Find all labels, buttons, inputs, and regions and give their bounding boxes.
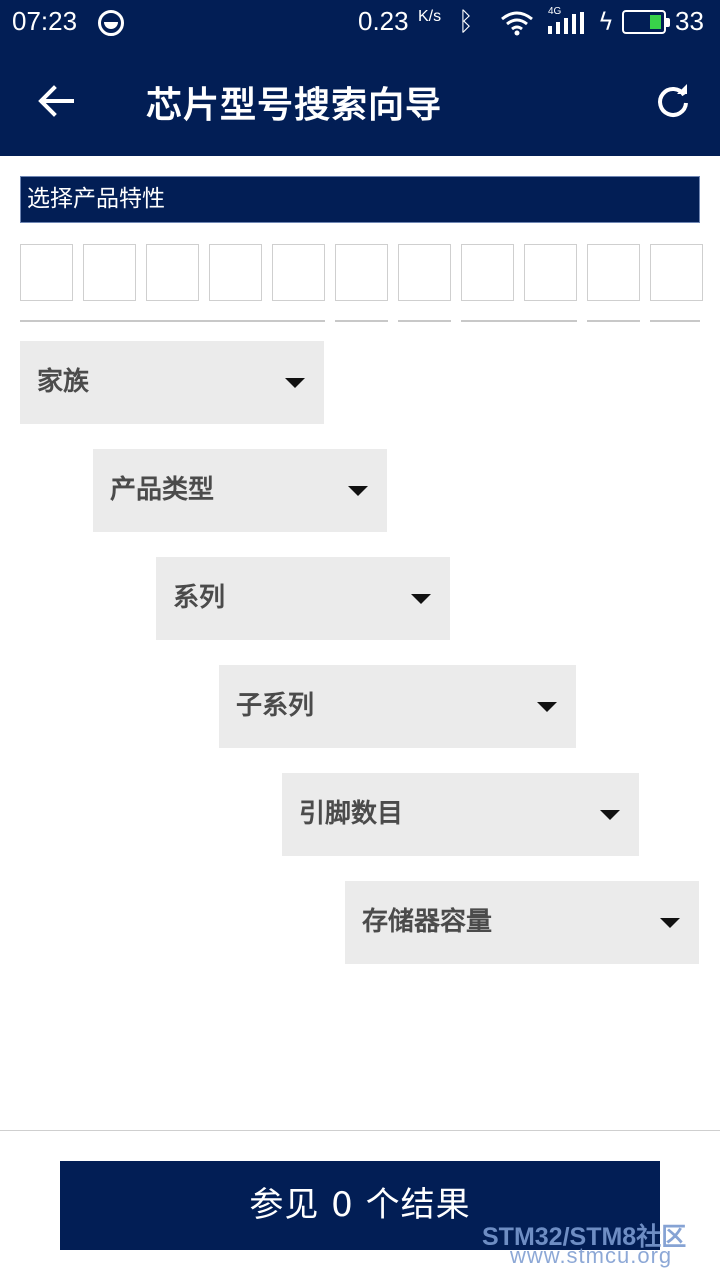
chevron-down-icon (285, 378, 305, 388)
part-group-line-2 (335, 320, 388, 322)
bottom-divider (0, 1130, 720, 1131)
charging-icon: ϟ (598, 8, 614, 36)
part-char-box-6[interactable] (335, 244, 388, 301)
app-bar: 芯片型号搜索向导 (0, 46, 720, 156)
part-char-box-5[interactable] (272, 244, 325, 301)
part-char-box-3[interactable] (146, 244, 199, 301)
refresh-icon (658, 84, 688, 117)
part-group-line-5 (587, 320, 640, 322)
network-speed-unit: K/s (418, 8, 442, 25)
part-char-box-2[interactable] (83, 244, 136, 301)
part-char-box-1[interactable] (20, 244, 73, 301)
battery-icon (622, 10, 670, 34)
part-char-box-11[interactable] (650, 244, 703, 301)
section-header: 选择产品特性 (20, 176, 700, 223)
network-speed: 0.23 (358, 6, 409, 36)
sync-status-icon (98, 10, 124, 36)
product-type-dropdown[interactable]: 产品类型 (93, 449, 387, 532)
page-title: 芯片型号搜索向导 (146, 85, 443, 126)
part-char-box-7[interactable] (398, 244, 451, 301)
series-dropdown[interactable]: 系列 (156, 557, 450, 640)
battery-level: 33 (675, 6, 704, 36)
part-char-box-9[interactable] (524, 244, 577, 301)
refresh-button[interactable] (646, 74, 700, 128)
memory-size-dropdown-label: 存储器容量 (362, 907, 493, 937)
part-group-line-4 (461, 320, 577, 322)
series-dropdown-label: 系列 (173, 583, 226, 613)
chevron-down-icon (411, 594, 431, 604)
part-group-line-1 (20, 320, 325, 322)
watermark-url: www.stmcu.org (510, 1243, 673, 1268)
part-group-line-3 (398, 320, 451, 322)
part-char-box-4[interactable] (209, 244, 262, 301)
pin-count-dropdown-label: 引脚数目 (299, 799, 404, 829)
family-dropdown[interactable]: 家族 (20, 341, 324, 424)
chevron-down-icon (537, 702, 557, 712)
status-time: 07:23 (12, 6, 78, 36)
arrow-left-icon (38, 85, 74, 117)
subseries-dropdown[interactable]: 子系列 (219, 665, 576, 748)
chevron-down-icon (348, 486, 368, 496)
site-watermark: STM32/STM8社区 www.stmcu.org (482, 1217, 714, 1273)
back-button[interactable] (24, 72, 88, 130)
wifi-icon (501, 11, 533, 36)
pin-count-dropdown[interactable]: 引脚数目 (282, 773, 639, 856)
cell-signal-icon (548, 12, 584, 34)
part-char-box-8[interactable] (461, 244, 514, 301)
bluetooth-icon: ᛒ (458, 7, 474, 37)
battery-fill (650, 15, 661, 29)
chevron-down-icon (600, 810, 620, 820)
chevron-down-icon (660, 918, 680, 928)
status-bar: 07:23 0.23 K/s ᛒ 4G ϟ 33 (0, 0, 720, 46)
part-group-line-6 (650, 320, 700, 322)
product-type-dropdown-label: 产品类型 (110, 475, 215, 505)
subseries-dropdown-label: 子系列 (236, 691, 315, 721)
family-dropdown-label: 家族 (37, 367, 90, 397)
part-char-box-10[interactable] (587, 244, 640, 301)
memory-size-dropdown[interactable]: 存储器容量 (345, 881, 699, 964)
